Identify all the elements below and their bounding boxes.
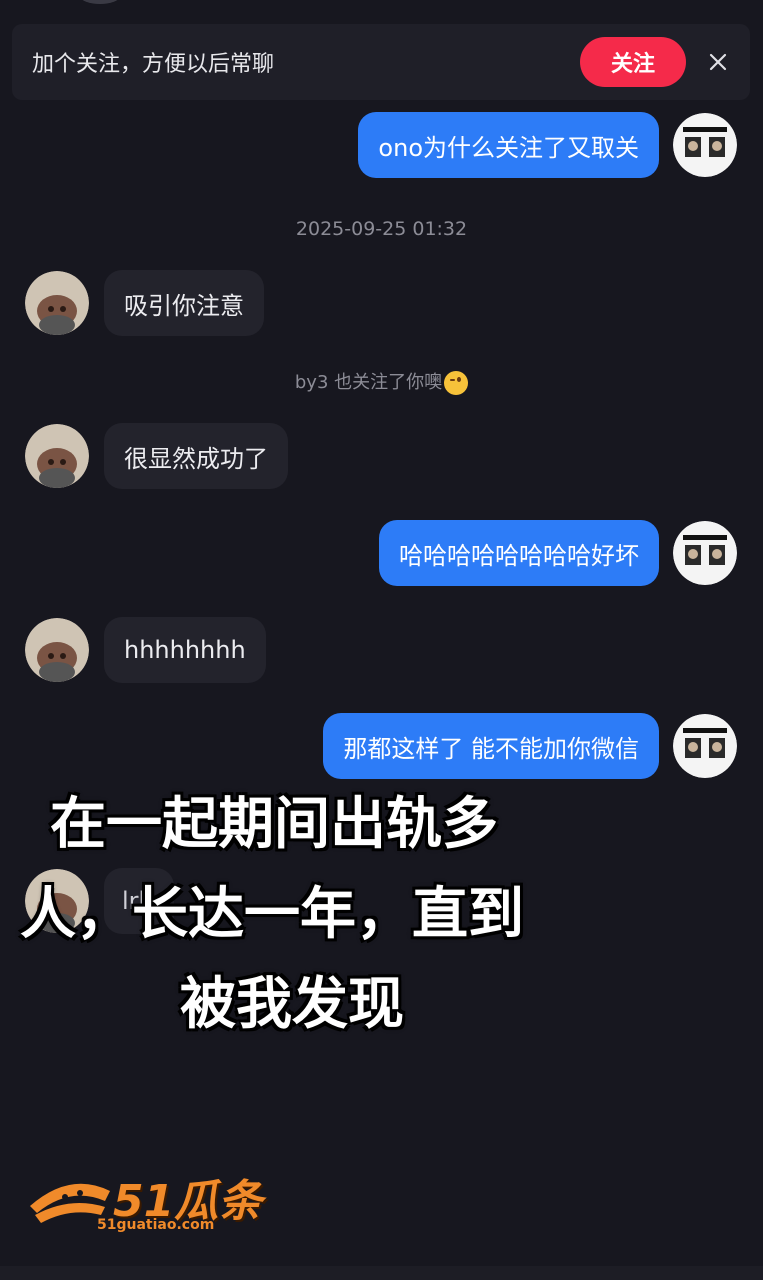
system-note: by3 也关注了你噢 [0,368,763,395]
my-message-bubble[interactable]: 哈哈哈哈哈哈哈哈好坏 [379,520,659,586]
follow-prompt-text: 加个关注，方便以后常聊 [32,52,275,77]
my-message-bubble[interactable]: 那都这样了 能不能加你微信 [323,713,659,779]
caption-line: 在一起期间出轨多 [50,792,498,857]
system-note-text: by3 也关注了你噢 [294,372,443,393]
their-message-bubble[interactable]: hhhhhhhh [104,617,266,683]
contact-avatar[interactable] [25,271,89,335]
their-message-bubble[interactable]: 吸引你注意 [104,270,264,336]
overlay-caption: 在一起期间出轨多 人，长达一年，直到 被我发现 [20,780,620,1050]
close-icon[interactable] [686,37,750,87]
my-avatar[interactable] [673,113,737,177]
caption-line: 被我发现 [180,972,404,1037]
contact-avatar[interactable] [25,424,89,488]
follow-button[interactable]: 关注 [580,37,686,87]
watermark-logo: 51瓜条 51guatiao.com [25,1165,265,1245]
wink-emoji-icon [444,371,469,395]
follow-prompt-bar: 加个关注，方便以后常聊 关注 [12,24,750,100]
my-message-bubble[interactable]: ono为什么关注了又取关 [358,112,659,178]
my-avatar[interactable] [673,521,737,585]
bottom-bar-partial [0,1266,763,1280]
their-message-bubble[interactable]: 很显然成功了 [104,423,288,489]
watermark-url: 51guatiao.com [97,1217,215,1233]
contact-avatar[interactable] [25,618,89,682]
message-timestamp: 2025-09-25 01:32 [295,218,468,240]
my-avatar[interactable] [673,714,737,778]
avatar-partial [80,0,120,4]
caption-line: 人，长达一年，直到 [20,882,524,947]
